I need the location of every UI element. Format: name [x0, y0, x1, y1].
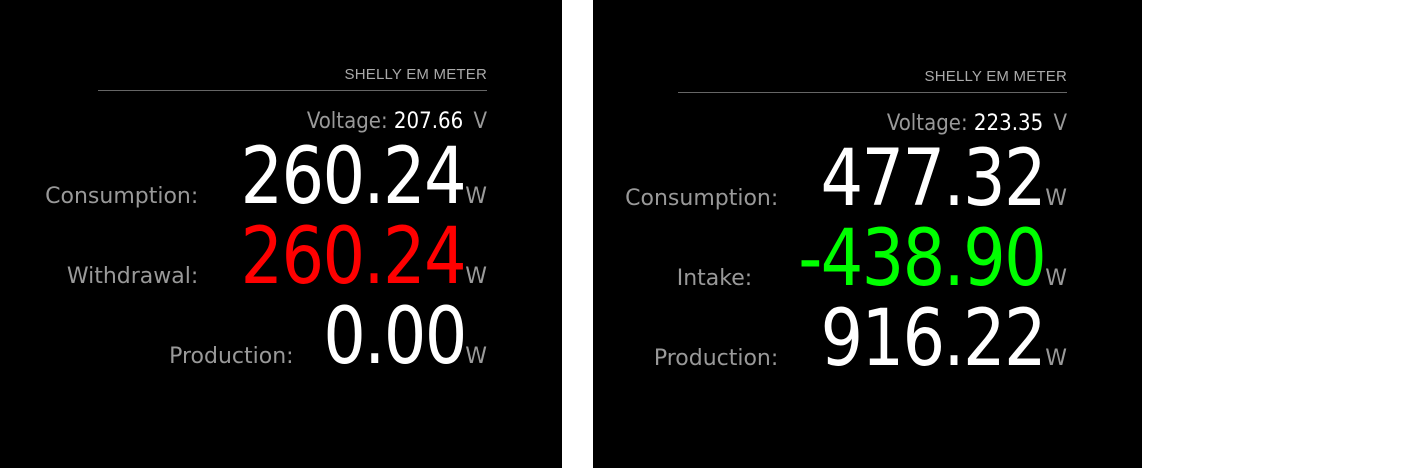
voltage-label: Voltage:: [306, 109, 388, 134]
meter-panel-2: SHELLY EM METER Voltage: 223.35 V Consum…: [593, 0, 1142, 468]
production-label: Production:: [169, 344, 294, 369]
consumption-row: Consumption: 260.24 W: [45, 132, 487, 222]
shelly-em-module-1: SHELLY EM METER Voltage: 207.66 V Consum…: [45, 66, 487, 377]
withdrawal-label: Withdrawal:: [66, 264, 199, 289]
withdrawal-value: 260.24: [240, 212, 467, 302]
consumption-row: Consumption: 477.32 W: [625, 134, 1067, 224]
meter-panel-1: SHELLY EM METER Voltage: 207.66 V Consum…: [0, 0, 562, 468]
consumption-value: 260.24: [240, 132, 467, 222]
intake-value: -438.90: [798, 214, 1047, 304]
intake-label: Intake:: [676, 266, 753, 291]
voltage-unit: V: [473, 109, 487, 134]
production-row: Production: 916.22 W: [654, 294, 1067, 384]
intake-unit: W: [1045, 266, 1067, 291]
module-header: SHELLY EM METER: [678, 68, 1067, 93]
shelly-em-module-2: SHELLY EM METER Voltage: 223.35 V Consum…: [625, 68, 1067, 384]
withdrawal-row: Withdrawal: 260.24 W: [67, 212, 487, 302]
production-unit: W: [465, 344, 487, 369]
production-label: Production:: [653, 346, 779, 371]
voltage-label: Voltage:: [886, 111, 968, 136]
production-value: 0.00: [322, 292, 467, 382]
production-row: Production: 0.00 W: [98, 297, 487, 377]
consumption-unit: W: [1045, 186, 1067, 211]
consumption-label: Consumption:: [45, 184, 199, 209]
module-header: SHELLY EM METER: [98, 66, 487, 91]
withdrawal-unit: W: [465, 264, 487, 289]
intake-row: Intake: -438.90 W: [676, 214, 1067, 304]
voltage-unit: V: [1053, 111, 1067, 136]
production-value: 916.22: [820, 294, 1047, 384]
voltage-value: 223.35: [973, 111, 1044, 136]
screen: SHELLY EM METER Voltage: 207.66 V Consum…: [0, 0, 1416, 468]
voltage-value: 207.66: [393, 109, 464, 134]
consumption-unit: W: [465, 184, 487, 209]
production-unit: W: [1045, 346, 1067, 371]
consumption-label: Consumption:: [625, 186, 779, 211]
consumption-value: 477.32: [820, 134, 1047, 224]
